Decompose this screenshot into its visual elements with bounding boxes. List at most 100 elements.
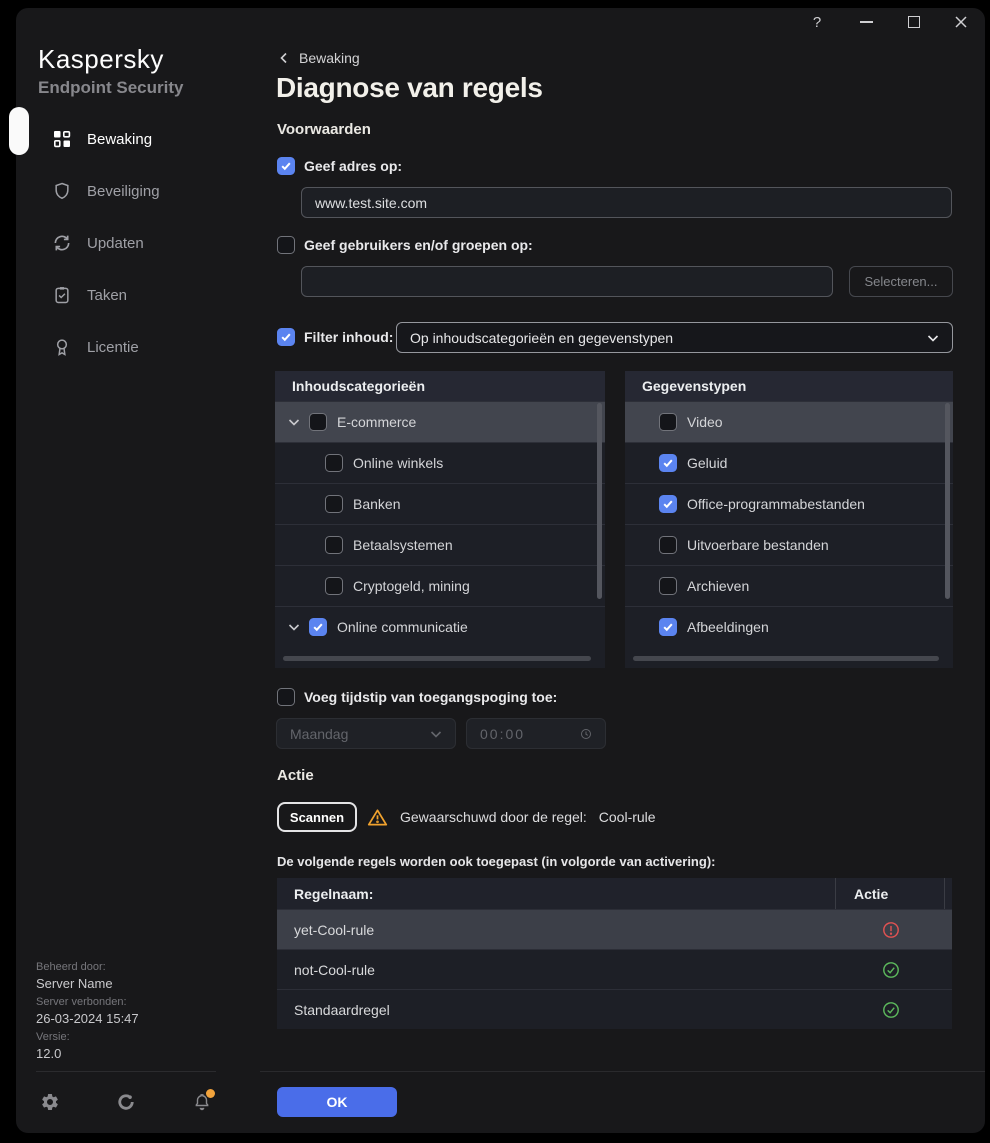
- category-label: Online communicatie: [337, 619, 468, 635]
- rules-table-header: Regelnaam: Actie: [277, 878, 952, 909]
- time-input[interactable]: 00:00: [466, 718, 606, 749]
- warning-label: Gewaarschuwd door de regel:: [400, 809, 587, 825]
- users-input[interactable]: [301, 266, 833, 297]
- triggered-rule-name: Cool-rule: [598, 809, 656, 825]
- rule-row-standaardregel[interactable]: Standaardregel: [277, 989, 952, 1029]
- breadcrumb-label: Bewaking: [299, 50, 360, 66]
- sidebar-item-licentie[interactable]: Licentie: [16, 321, 260, 373]
- filter-checkbox-row[interactable]: Filter inhoud:: [277, 328, 393, 346]
- scan-button[interactable]: Scannen: [277, 802, 357, 832]
- check-icon: [663, 623, 673, 632]
- category-checkbox[interactable]: [325, 536, 343, 554]
- filter-checkbox[interactable]: [277, 328, 295, 346]
- datatype-checkbox[interactable]: [659, 618, 677, 636]
- rule-row-not-cool-rule[interactable]: not-Cool-rule: [277, 949, 952, 989]
- category-checkbox[interactable]: [309, 618, 327, 636]
- managed-by-label: Beheerd door:: [36, 961, 106, 973]
- vertical-scrollbar[interactable]: [945, 403, 950, 599]
- sidebar-item-updaten[interactable]: Updaten: [16, 217, 260, 269]
- vertical-scrollbar[interactable]: [597, 403, 602, 599]
- notification-dot: [206, 1089, 215, 1098]
- datatype-label: Geluid: [687, 455, 728, 471]
- filter-mode-select[interactable]: Op inhoudscategorieën en gegevenstypen: [396, 322, 953, 353]
- chevron-down-icon[interactable]: [288, 416, 300, 428]
- category-checkbox[interactable]: [309, 413, 327, 431]
- datatype-checkbox[interactable]: [659, 495, 677, 513]
- maximize-button[interactable]: [904, 12, 924, 32]
- help-button[interactable]: ?: [807, 12, 827, 32]
- address-checkbox[interactable]: [277, 157, 295, 175]
- brand-product: Endpoint Security: [38, 78, 184, 97]
- category-row-ecommerce[interactable]: E-commerce: [275, 401, 605, 442]
- time-checkbox-row[interactable]: Voeg tijdstip van toegangspoging toe:: [277, 688, 557, 706]
- brand: Kaspersky Endpoint Security: [38, 44, 183, 98]
- categories-panel-header: Inhoudscategorieën: [275, 371, 605, 401]
- sidebar-item-label: Beveiliging: [87, 182, 160, 200]
- version-value: 12.0: [36, 1046, 62, 1061]
- datatype-row-uitvoerbaar[interactable]: Uitvoerbare bestanden: [625, 524, 953, 565]
- category-checkbox[interactable]: [325, 577, 343, 595]
- close-icon: [955, 16, 967, 28]
- notifications-button[interactable]: [192, 1089, 215, 1112]
- license-icon: [56, 339, 68, 356]
- users-checkbox[interactable]: [277, 236, 295, 254]
- sidebar-footer: [40, 1089, 215, 1112]
- datatype-checkbox[interactable]: [659, 413, 677, 431]
- address-input[interactable]: www.test.site.com: [301, 187, 952, 218]
- sidebar-divider: [36, 1071, 216, 1072]
- datatype-checkbox[interactable]: [659, 536, 677, 554]
- close-button[interactable]: [951, 12, 971, 32]
- category-label: Cryptogeld, mining: [353, 578, 470, 594]
- minimize-icon: [859, 21, 873, 23]
- error-status-icon: [883, 921, 899, 938]
- chevron-down-icon[interactable]: [288, 621, 300, 633]
- datatype-row-video[interactable]: Video: [625, 401, 953, 442]
- category-checkbox[interactable]: [325, 495, 343, 513]
- datatype-row-office[interactable]: Office-programmabestanden: [625, 483, 953, 524]
- warning-row: Gewaarschuwd door de regel: Cool-rule: [367, 806, 656, 828]
- breadcrumb[interactable]: Bewaking: [278, 50, 360, 66]
- check-icon: [663, 459, 673, 468]
- sidebar-item-beveiliging[interactable]: Beveiliging: [16, 165, 260, 217]
- minimize-button[interactable]: [856, 12, 876, 32]
- category-row-banken[interactable]: Banken: [275, 483, 605, 524]
- refresh-icon: [54, 235, 70, 251]
- time-checkbox[interactable]: [277, 688, 295, 706]
- category-row-cryptogeld[interactable]: Cryptogeld, mining: [275, 565, 605, 606]
- datatype-row-afbeeldingen[interactable]: Afbeeldingen: [625, 606, 953, 647]
- select-users-button[interactable]: Selecteren...: [849, 266, 953, 297]
- category-label: E-commerce: [337, 414, 417, 430]
- category-row-online-communicatie[interactable]: Online communicatie: [275, 606, 605, 647]
- page-title: Diagnose van regels: [276, 72, 543, 103]
- horizontal-scrollbar[interactable]: [283, 656, 591, 661]
- maximize-icon: [908, 16, 920, 28]
- datatype-row-geluid[interactable]: Geluid: [625, 442, 953, 483]
- datatypes-panel: Gegevenstypen Video Geluid Office-progra…: [625, 371, 953, 668]
- datatype-row-archieven[interactable]: Archieven: [625, 565, 953, 606]
- filter-mode-value: Op inhoudscategorieën en gegevenstypen: [410, 329, 674, 346]
- category-row-betaalsystemen[interactable]: Betaalsystemen: [275, 524, 605, 565]
- support-button[interactable]: [116, 1092, 136, 1112]
- category-checkbox[interactable]: [325, 454, 343, 472]
- server-connected-label: Server verbonden:: [36, 996, 127, 1008]
- sidebar-item-bewaking[interactable]: Bewaking: [16, 113, 260, 165]
- rule-row-yet-cool-rule[interactable]: yet-Cool-rule: [277, 909, 952, 949]
- address-checkbox-row[interactable]: Geef adres op:: [277, 157, 402, 175]
- tasks-icon: [55, 287, 69, 304]
- sidebar-item-label: Taken: [87, 286, 128, 304]
- rules-intro: De volgende regels worden ook toegepast …: [277, 854, 716, 869]
- category-label: Online winkels: [353, 455, 444, 471]
- horizontal-scrollbar[interactable]: [633, 656, 939, 661]
- datatype-checkbox[interactable]: [659, 454, 677, 472]
- datatype-label: Office-programmabestanden: [687, 496, 865, 512]
- day-select[interactable]: Maandag: [276, 718, 456, 749]
- check-icon: [281, 162, 291, 171]
- ok-button[interactable]: OK: [277, 1087, 397, 1117]
- sidebar-item-taken[interactable]: Taken: [16, 269, 260, 321]
- settings-button[interactable]: [40, 1092, 60, 1112]
- rules-table: Regelnaam: Actie yet-Cool-rule not-Cool-…: [277, 878, 952, 1029]
- users-checkbox-row[interactable]: Geef gebruikers en/of groepen op:: [277, 236, 533, 254]
- datatype-checkbox[interactable]: [659, 577, 677, 595]
- sidebar-item-label: Bewaking: [87, 130, 153, 148]
- category-row-online-winkels[interactable]: Online winkels: [275, 442, 605, 483]
